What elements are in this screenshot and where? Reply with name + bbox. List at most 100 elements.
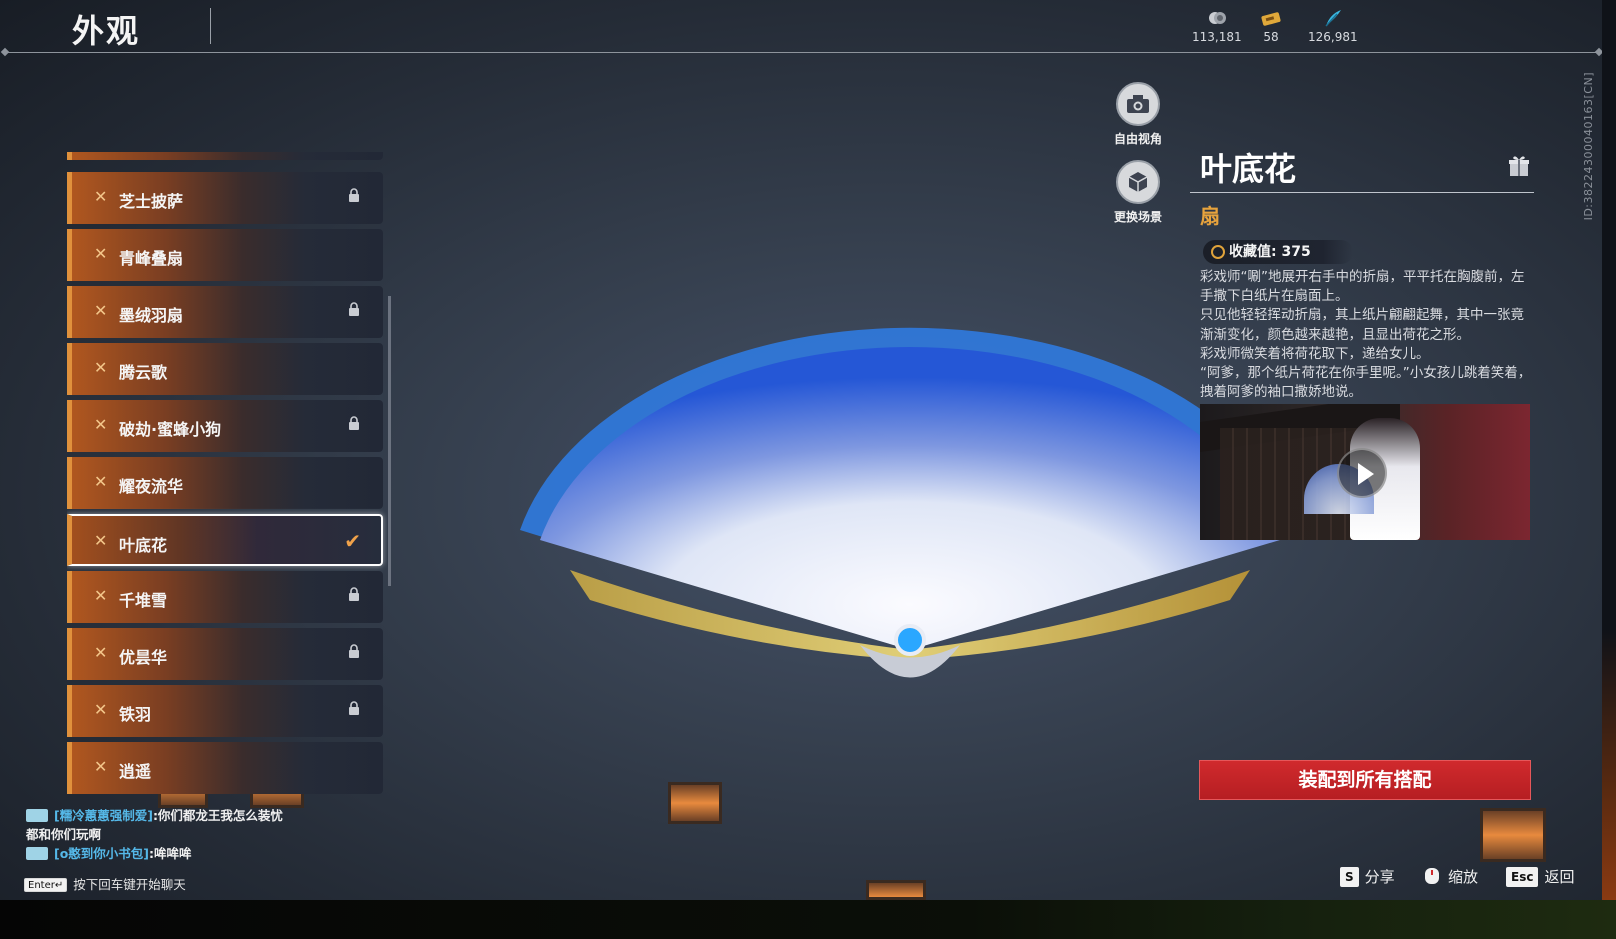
list-item[interactable]: ✕ 优昙华 (67, 628, 383, 680)
chat-box[interactable]: [糯冷蕙蕙强制爱]:你们都龙王我怎么装忧 都和你们玩啊 [o憨到你小书包]:哞哞… (26, 806, 406, 863)
lantern-decoration (866, 880, 926, 900)
list-item[interactable]: ✕ 芝士披萨 (67, 172, 383, 224)
divider (1190, 192, 1534, 193)
cube-icon (1116, 160, 1160, 204)
list-item-label: 耀夜流华 (119, 477, 184, 496)
chat-hint[interactable]: Enter↵ 按下回车键开始聊天 (24, 874, 186, 893)
chat-sender[interactable]: [o憨到你小书包] (54, 846, 149, 861)
list-item-selected[interactable]: ✕ 叶底花 ✔ (67, 514, 383, 566)
list-item-label: 芝士披萨 (119, 192, 184, 211)
lock-icon (349, 701, 359, 715)
hotkey-label: 分享 (1364, 868, 1395, 886)
fan-type-icon: ✕ (94, 643, 108, 662)
fan-type-icon: ✕ (94, 531, 108, 550)
chat-message: [o憨到你小书包]:哞哞哞 (26, 844, 406, 863)
list-item[interactable] (67, 152, 383, 160)
list-item[interactable]: ✕ 墨绒羽扇 (67, 286, 383, 338)
chat-message: [糯冷蕙蕙强制爱]:你们都龙王我怎么装忧 (26, 806, 406, 825)
scene-viewport[interactable]: 外观 113,181 58 126,981 ✕ 芝士披萨 ✕ 青峰叠扇 ✕ 墨绒… (0, 0, 1616, 900)
lantern-decoration (668, 782, 722, 824)
currency-feather[interactable]: 126,981 (1308, 8, 1358, 44)
list-item[interactable]: ✕ 逍遥 (67, 742, 383, 794)
list-item[interactable]: ✕ 铁羽 (67, 685, 383, 737)
share-hotkey[interactable]: S 分享 (1340, 866, 1395, 887)
zoom-hotkey[interactable]: 缩放 (1422, 866, 1478, 887)
list-scrollbar[interactable] (388, 296, 391, 586)
description-paragraph: “阿爹，那个纸片荷花在你手里呢。”小女孩儿跳着笑着，拽着阿爹的袖口撒娇地说。 (1200, 365, 1532, 401)
checkmark-icon: ✔ (344, 529, 361, 553)
currency-value: 113,181 (1192, 30, 1242, 44)
hotkey-key: Esc (1506, 867, 1539, 887)
camera-icon (1116, 82, 1160, 126)
fan-type-icon: ✕ (94, 757, 108, 776)
fan-type-icon: ✕ (94, 187, 108, 206)
fan-type-icon: ✕ (94, 472, 108, 491)
list-item[interactable]: ✕ 千堆雪 (67, 571, 383, 623)
fan-type-icon: ✕ (94, 586, 108, 605)
fan-pivot (894, 624, 926, 656)
page-title: 外观 (72, 12, 141, 50)
currency-silver[interactable]: 113,181 (1192, 8, 1242, 44)
hotkey-label: 缩放 (1448, 868, 1479, 886)
appearance-list[interactable]: ✕ 芝士披萨 ✕ 青峰叠扇 ✕ 墨绒羽扇 ✕ 腾云歌 ✕ 破劫·蜜蜂小狗 ✕ 耀… (67, 152, 387, 800)
window-edge (1602, 0, 1616, 900)
top-bar: 外观 113,181 58 126,981 (0, 0, 1602, 54)
back-hotkey[interactable]: Esc 返回 (1506, 866, 1574, 887)
ticket-icon (1260, 8, 1282, 28)
description-paragraph: 彩戏师微笑着将荷花取下，递给女儿。 (1200, 345, 1430, 362)
change-scene-button[interactable]: 更换场景 (1102, 160, 1174, 225)
lock-icon (349, 302, 359, 316)
feather-icon (1322, 8, 1344, 28)
item-name: 叶底花 (1200, 150, 1297, 188)
title-divider (210, 8, 211, 44)
list-item[interactable]: ✕ 腾云歌 (67, 343, 383, 395)
list-item-label: 破劫·蜜蜂小狗 (119, 420, 222, 439)
list-item-label: 叶底花 (119, 536, 168, 555)
collect-badge: 收藏值: 375 (1203, 240, 1353, 264)
chat-hint-text: 按下回车键开始聊天 (73, 877, 186, 892)
hotkey-key: S (1340, 867, 1359, 887)
chat-text: 都和你们玩啊 (26, 827, 102, 842)
collect-icon (1211, 245, 1225, 259)
list-item-label: 优昙华 (119, 648, 168, 667)
fan-type-icon: ✕ (94, 358, 108, 377)
list-item[interactable]: ✕ 青峰叠扇 (67, 229, 383, 281)
list-item-label: 腾云歌 (119, 363, 168, 382)
list-item-label: 铁羽 (119, 705, 152, 724)
background-strip (0, 900, 1616, 939)
free-view-label: 自由视角 (1113, 132, 1162, 146)
chat-channel-icon (26, 809, 48, 822)
description-paragraph: 彩戏师“唰”地展开右手中的折扇，平平托在胸腹前，左手撒下白纸片在扇面上。 (1200, 269, 1525, 305)
item-id: ID:38224300040163[CN] (1582, 72, 1595, 221)
currency-ticket[interactable]: 58 (1260, 8, 1282, 44)
fan-type-icon: ✕ (94, 415, 108, 434)
play-icon[interactable] (1337, 448, 1387, 498)
list-item-label: 墨绒羽扇 (119, 306, 184, 325)
chat-text: :哞哞哞 (149, 846, 192, 861)
list-item-label: 千堆雪 (119, 591, 168, 610)
preview-video[interactable] (1200, 404, 1530, 540)
collect-value: 375 (1281, 244, 1311, 260)
fan-type-icon: ✕ (94, 700, 108, 719)
currency-value: 126,981 (1308, 30, 1358, 44)
collect-label: 收藏值: (1229, 244, 1277, 260)
equip-all-button[interactable]: 装配到所有搭配 (1199, 760, 1531, 800)
fan-type-icon: ✕ (94, 301, 108, 320)
list-item[interactable]: ✕ 破劫·蜜蜂小狗 (67, 400, 383, 452)
chat-channel-icon (26, 847, 48, 860)
silver-coin-icon (1206, 8, 1228, 28)
gift-icon[interactable] (1507, 154, 1531, 178)
chat-sender[interactable]: [糯冷蕙蕙强制爱] (54, 808, 153, 823)
lock-icon (349, 188, 359, 202)
change-scene-label: 更换场景 (1113, 210, 1162, 224)
list-item[interactable]: ✕ 耀夜流华 (67, 457, 383, 509)
free-view-button[interactable]: 自由视角 (1102, 82, 1174, 147)
description-paragraph: 只见他轻轻挥动折扇，其上纸片翩翩起舞，其中一张竟渐渐变化，颜色越来越艳，且显出荷… (1200, 307, 1524, 343)
item-description: 彩戏师“唰”地展开右手中的折扇，平平托在胸腹前，左手撒下白纸片在扇面上。 只见他… (1200, 268, 1536, 402)
enter-key-icon: Enter↵ (24, 878, 68, 892)
lock-icon (349, 644, 359, 658)
list-item-label: 青峰叠扇 (119, 249, 184, 268)
item-category: 扇 (1200, 204, 1220, 228)
currency-value: 58 (1263, 30, 1279, 44)
list-item-label: 逍遥 (119, 762, 152, 781)
